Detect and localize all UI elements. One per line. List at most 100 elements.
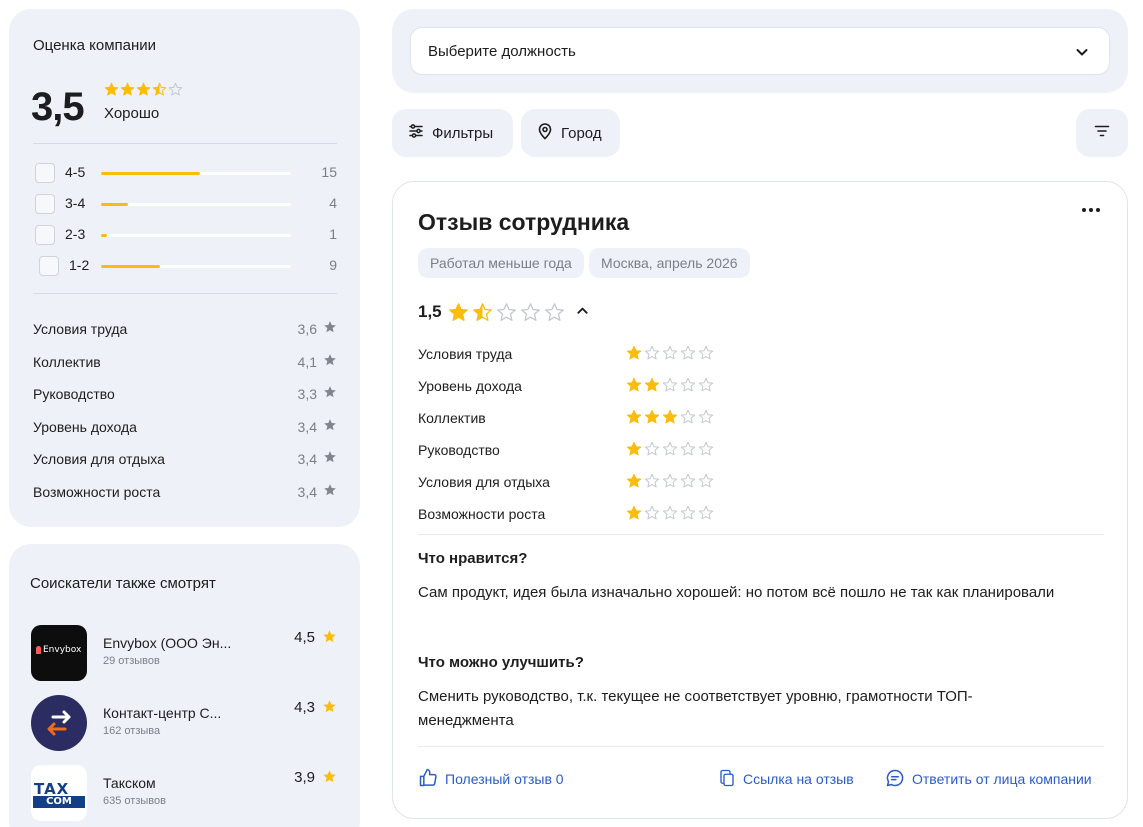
subrating-row: Руководство [418,440,718,460]
star-icon [323,385,337,404]
reply-as-company-button[interactable]: Ответить от лица компании [885,765,1092,793]
star-half-icon [152,82,167,96]
star-filled-icon [136,82,151,96]
rating-distribution-row[interactable]: 3-4 4 [35,193,337,215]
category-rating-row: Условия для отдыха 3,4 [33,449,337,469]
thumbs-up-icon [418,768,438,791]
star-empty-icon [680,409,696,424]
review-tag-tenure: Работал меньше года [418,248,584,278]
category-name: Руководство [33,386,115,402]
distribution-bar [101,172,291,175]
star-icon [323,418,337,437]
subrating-stars [626,473,714,489]
distribution-bar [101,203,291,206]
subrating-name: Коллектив [418,410,486,426]
position-select-value: Выберите должность [428,43,576,60]
subrating-row: Условия для отдыха [418,472,718,492]
subrating-row: Возможности роста [418,504,718,524]
rating-distribution-row[interactable]: 1-2 9 [35,255,337,277]
company-review-count: 162 отзыва [103,725,161,737]
category-value: 4,1 [297,354,317,370]
taxcom-logo-bottom: COM [33,796,85,808]
city-label: Город [561,124,602,142]
improve-heading: Что можно улучшить? [418,654,584,671]
star-empty-icon [698,441,714,456]
company-rating-stars [104,82,183,97]
distribution-checkbox[interactable] [35,194,55,214]
category-name: Коллектив [33,354,101,370]
chevron-up-icon[interactable] [576,304,589,322]
star-empty-icon [545,303,564,321]
review-score-stars [448,302,565,323]
star-empty-icon [698,345,714,360]
star-empty-icon [698,473,714,488]
divider [33,293,337,294]
star-empty-icon [644,505,660,520]
taxcom-logo: TAX COM [31,765,87,821]
star-icon [323,353,337,372]
category-rating-row: Руководство 3,3 [33,384,337,404]
useful-review-label: Полезный отзыв 0 [445,771,564,787]
distribution-count: 15 [321,164,337,180]
company-card[interactable]: Контакт-центр С... 162 отзыва 4,3 [31,695,337,751]
position-select[interactable]: Выберите должность [410,27,1110,75]
company-rating: 4,3 [294,699,315,716]
review-card: Отзыв сотрудника Работал меньше года Мос… [392,181,1128,819]
review-score: 1,5 [418,302,442,321]
distribution-checkbox[interactable] [35,163,55,183]
star-empty-icon [521,303,540,321]
sort-button[interactable] [1076,109,1128,157]
star-icon [323,450,337,469]
review-link-button[interactable]: Ссылка на отзыв [718,765,854,793]
star-filled-icon [120,82,135,96]
subrating-name: Уровень дохода [418,378,522,394]
subrating-name: Условия для отдыха [418,474,550,490]
company-card[interactable]: TAX COM Такском 635 отзывов 3,9 [31,765,337,821]
filters-button[interactable]: Фильтры [392,109,513,157]
distribution-count: 9 [329,257,337,273]
chevron-down-icon [1075,45,1089,64]
star-filled-icon [449,303,468,321]
category-name: Условия для отдыха [33,451,165,467]
likes-text: Сам продукт, идея была изначально хороше… [418,584,1055,601]
category-value: 3,4 [297,484,317,500]
rating-distribution-row[interactable]: 4-5 15 [35,162,337,184]
star-empty-icon [680,473,696,488]
position-select-panel: Выберите должность [392,9,1128,93]
star-filled-icon [626,505,642,520]
subrating-row: Условия труда [418,344,718,364]
distribution-checkbox[interactable] [39,256,59,276]
category-value: 3,4 [297,451,317,467]
divider [33,143,337,144]
star-empty-icon [662,345,678,360]
star-icon [322,769,337,789]
star-icon [322,699,337,719]
company-rating-score: 3,5 [31,85,85,129]
filters-label: Фильтры [432,124,494,142]
category-value: 3,6 [297,321,317,337]
company-review-count: 29 отзывов [103,655,160,667]
star-icon [323,320,337,339]
subrating-stars [626,409,714,425]
star-empty-icon [698,505,714,520]
star-half-icon [473,303,492,321]
useful-review-button[interactable]: Полезный отзыв 0 [418,765,564,793]
subrating-name: Руководство [418,442,500,458]
distribution-label: 1-2 [69,257,90,273]
star-filled-icon [626,473,642,488]
star-empty-icon [698,377,714,392]
review-link-label: Ссылка на отзыв [743,771,854,787]
star-empty-icon [662,473,678,488]
star-empty-icon [662,505,678,520]
star-icon [323,483,337,502]
distribution-count: 4 [329,195,337,211]
distribution-checkbox[interactable] [35,225,55,245]
rating-distribution-row[interactable]: 2-3 1 [35,224,337,246]
arrows-exchange-logo [31,695,87,751]
subrating-row: Уровень дохода [418,376,718,396]
review-tag-location: Москва, апрель 2026 [589,248,750,278]
category-rating-row: Возможности роста 3,4 [33,482,337,502]
company-card[interactable]: Envybox Envybox (ООО Эн... 29 отзывов 4,… [31,625,337,681]
more-options-icon[interactable] [1082,208,1100,212]
city-button[interactable]: Город [521,109,620,157]
